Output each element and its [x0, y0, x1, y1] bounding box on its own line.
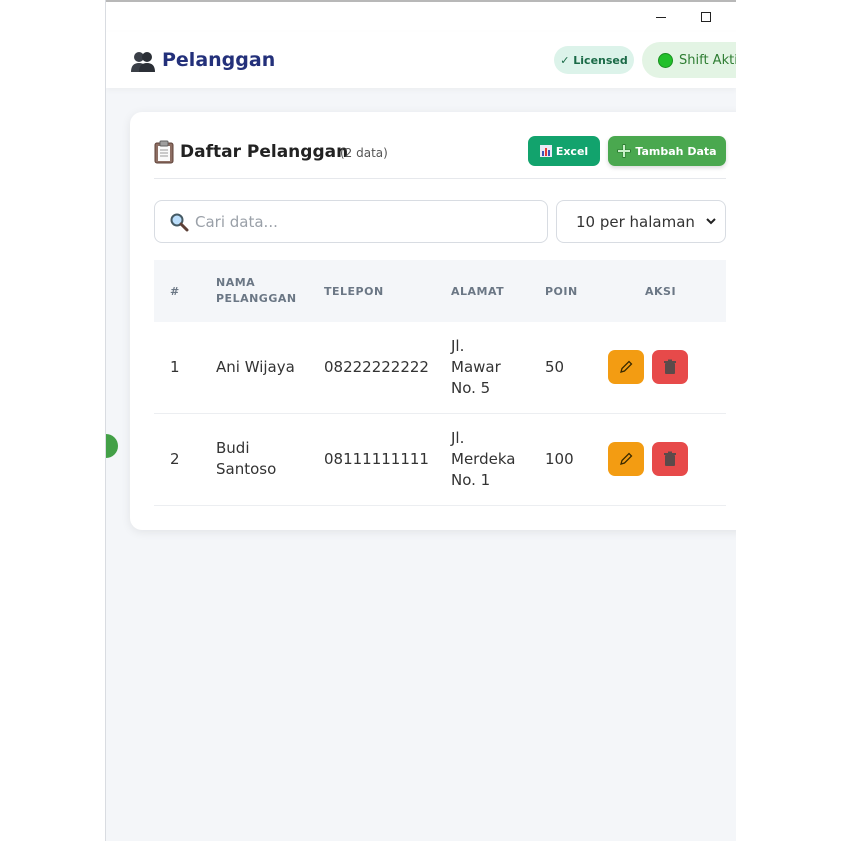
- trash-icon: [664, 359, 676, 374]
- plus-icon: [617, 144, 632, 158]
- minimize-icon: [656, 16, 666, 18]
- delete-button[interactable]: [652, 350, 688, 384]
- customer-list-card: Daftar Pelanggan (2 data) Excel Tambah D…: [130, 112, 736, 530]
- table-row: 1 Ani Wijaya 08222222222 Jl. Mawar No. 5…: [154, 322, 726, 414]
- divider: [154, 178, 726, 179]
- pencil-icon: [620, 360, 633, 373]
- cell-alamat: Jl. Merdeka No. 1: [451, 429, 516, 489]
- shift-status-badge[interactable]: Shift Aktif: [642, 42, 736, 78]
- add-data-button[interactable]: Tambah Data: [608, 136, 726, 166]
- edit-button[interactable]: [608, 442, 644, 476]
- cell-alamat: Jl. Mawar No. 5: [451, 337, 501, 397]
- column-header-aksi: AKSI: [645, 285, 677, 298]
- card-title: Daftar Pelanggan: [180, 142, 349, 162]
- page-title: Pelanggan: [162, 49, 276, 71]
- excel-button-label: Excel: [555, 144, 589, 158]
- shift-status-dot-icon: [658, 52, 673, 68]
- cell-poin: 50: [545, 358, 565, 376]
- app-window: Pelanggan ✓ Licensed Shift Aktif Daftar …: [105, 0, 736, 841]
- minimize-button[interactable]: [641, 4, 681, 30]
- column-header-alamat: ALAMAT: [451, 285, 505, 298]
- cell-telepon: 08222222222: [324, 358, 429, 376]
- shift-status-label: Shift Aktif: [679, 52, 736, 68]
- column-header-nama: NAMA PELANGGAN: [216, 276, 297, 305]
- edit-button[interactable]: [608, 350, 644, 384]
- cell-telepon: 08111111111: [324, 450, 429, 468]
- chevron-down-icon: [706, 218, 716, 225]
- table-header: # NAMA PELANGGAN TELEPON ALAMAT POIN AKS…: [154, 260, 726, 322]
- license-badge: ✓ Licensed: [554, 46, 634, 74]
- column-header-number: #: [170, 285, 180, 298]
- search-box[interactable]: [154, 200, 548, 243]
- page-header: Pelanggan ✓ Licensed Shift Aktif: [106, 32, 736, 88]
- cell-nama: Budi Santoso: [216, 439, 277, 478]
- record-count: (2 data): [340, 146, 388, 160]
- title-bar: [106, 2, 736, 32]
- clipboard-icon: [154, 140, 174, 164]
- desktop-left: [0, 0, 105, 841]
- delete-button[interactable]: [652, 442, 688, 476]
- export-excel-button[interactable]: Excel: [528, 136, 600, 166]
- trash-icon: [664, 451, 676, 466]
- cell-number: 1: [170, 358, 180, 376]
- cell-nama: Ani Wijaya: [216, 358, 295, 376]
- search-input[interactable]: [195, 212, 525, 231]
- maximize-button[interactable]: [686, 4, 726, 30]
- pencil-icon: [620, 452, 633, 465]
- cell-number: 2: [170, 450, 180, 468]
- sidebar-toggle-handle[interactable]: [106, 434, 118, 458]
- maximize-icon: [701, 12, 711, 22]
- cell-poin: 100: [545, 450, 574, 468]
- add-button-label: Tambah Data: [635, 144, 717, 158]
- table-row: 2 Budi Santoso 08111111111 Jl. Merdeka N…: [154, 414, 726, 506]
- per-page-select[interactable]: 10 per halaman: [556, 200, 726, 243]
- column-header-poin: POIN: [545, 285, 578, 298]
- search-icon: [170, 213, 189, 231]
- chart-icon: [539, 145, 552, 157]
- desktop-right: [736, 0, 841, 841]
- users-icon: [131, 52, 155, 72]
- per-page-value: 10 per halaman: [576, 212, 695, 231]
- column-header-telepon: TELEPON: [324, 285, 384, 298]
